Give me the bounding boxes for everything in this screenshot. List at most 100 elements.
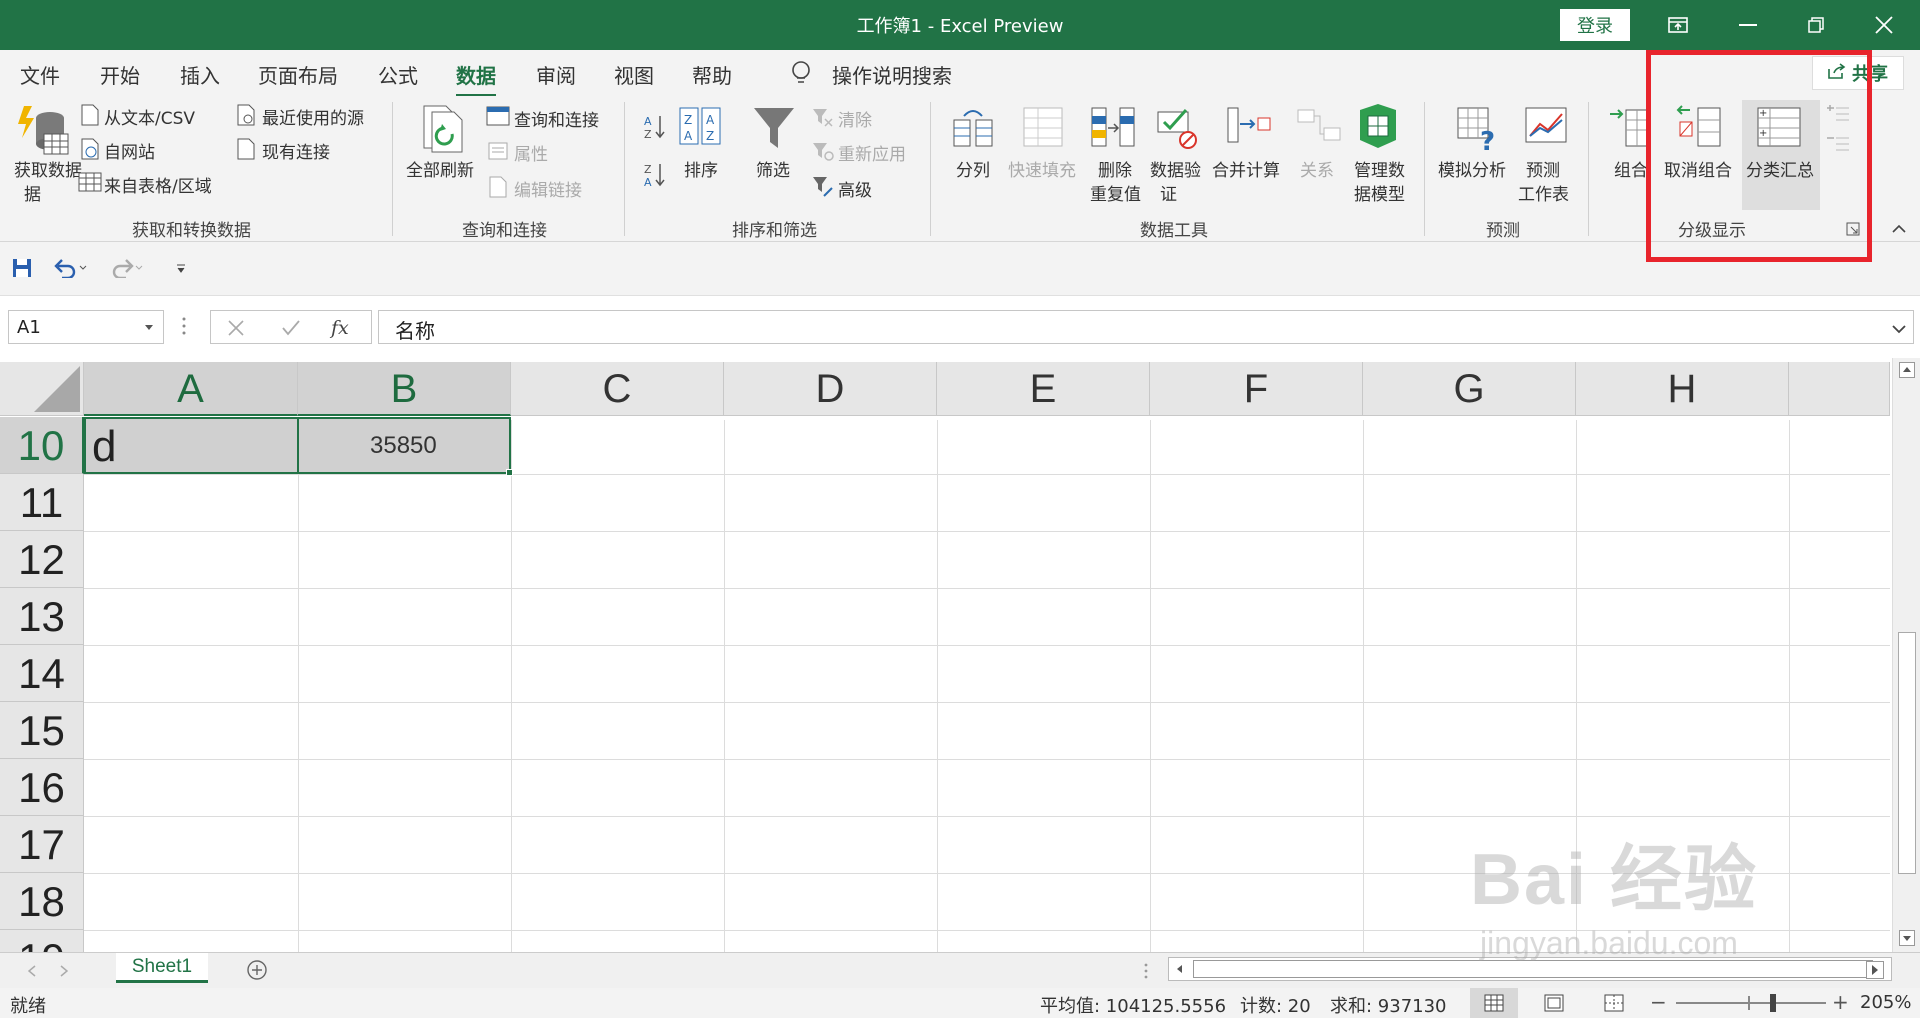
filter-button[interactable]: 筛选 — [756, 156, 790, 181]
tab-formulas[interactable]: 公式 — [378, 60, 418, 89]
zoom-level[interactable]: 205% — [1860, 992, 1911, 1013]
remove-duplicates-label2[interactable]: 重复值 — [1090, 180, 1141, 205]
average-stat[interactable]: 平均值: 104125.5556 — [1040, 992, 1226, 1018]
scroll-thumb[interactable] — [1898, 632, 1916, 874]
tab-file[interactable]: 文件 — [20, 60, 60, 89]
row-header-11[interactable]: 11 — [0, 474, 84, 531]
consolidate-button[interactable]: 合并计算 — [1212, 156, 1280, 181]
tab-help[interactable]: 帮助 — [692, 60, 732, 89]
insert-function-icon[interactable]: fx — [329, 315, 355, 339]
scroll-up-icon[interactable] — [1899, 362, 1915, 378]
manage-data-model-label2[interactable]: 据模型 — [1354, 180, 1405, 205]
manage-data-model-label1[interactable]: 管理数 — [1354, 156, 1405, 181]
prev-sheet-icon[interactable] — [28, 965, 36, 977]
row-header-15[interactable]: 15 — [0, 702, 84, 759]
collapse-ribbon-icon[interactable] — [1892, 224, 1906, 234]
column-header-partial[interactable] — [1789, 362, 1890, 416]
sum-stat[interactable]: 求和: 937130 — [1330, 992, 1447, 1018]
redo-icon[interactable] — [110, 258, 144, 278]
zoom-slider-thumb[interactable] — [1770, 994, 1776, 1012]
tell-me-search[interactable]: 操作说明搜索 — [832, 60, 952, 89]
group-button[interactable]: 组合 — [1614, 156, 1648, 181]
tab-view[interactable]: 视图 — [614, 60, 654, 89]
row-header-18[interactable]: 18 — [0, 873, 84, 930]
row-header-12[interactable]: 12 — [0, 531, 84, 588]
refresh-all-button[interactable]: 全部刷新 — [406, 156, 474, 181]
from-table-range-button[interactable]: 来自表格/区域 — [104, 172, 212, 197]
existing-connections-button[interactable]: 现有连接 — [262, 138, 330, 163]
column-header-b[interactable]: B — [298, 362, 511, 416]
expand-formula-bar-icon[interactable] — [1892, 324, 1906, 334]
zoom-slider-track[interactable] — [1676, 1002, 1826, 1004]
remove-duplicates-label1[interactable]: 删除 — [1098, 156, 1132, 181]
ribbon-display-icon[interactable] — [1648, 0, 1708, 50]
undo-icon[interactable] — [54, 258, 88, 278]
cell-a10[interactable]: d — [92, 422, 116, 472]
restore-icon[interactable] — [1786, 0, 1846, 50]
zoom-out-icon[interactable]: − — [1650, 990, 1667, 1014]
next-sheet-icon[interactable] — [60, 965, 68, 977]
select-all-corner[interactable] — [0, 362, 84, 416]
column-header-h[interactable]: H — [1576, 362, 1789, 416]
advanced-button[interactable]: 高级 — [838, 176, 872, 201]
tab-home[interactable]: 开始 — [100, 60, 140, 89]
count-stat[interactable]: 计数: 20 — [1240, 992, 1311, 1018]
cell-b10[interactable]: 35850 — [370, 432, 437, 460]
text-to-columns-button[interactable]: 分列 — [956, 156, 990, 181]
normal-view-icon[interactable] — [1484, 994, 1504, 1012]
fill-handle[interactable] — [506, 469, 513, 476]
forecast-sheet-label2[interactable]: 工作表 — [1518, 180, 1569, 205]
enter-icon[interactable] — [281, 319, 301, 337]
add-sheet-icon[interactable] — [246, 959, 268, 981]
save-icon[interactable] — [12, 258, 32, 278]
row-header-16[interactable]: 16 — [0, 759, 84, 816]
recent-sources-button[interactable]: 最近使用的源 — [262, 104, 364, 129]
login-button[interactable]: 登录 — [1560, 9, 1630, 41]
tab-data[interactable]: 数据 — [456, 60, 496, 97]
row-header-17[interactable]: 17 — [0, 816, 84, 873]
column-header-a[interactable]: A — [84, 362, 298, 416]
page-layout-view-icon[interactable] — [1544, 994, 1564, 1012]
minimize-icon[interactable] — [1718, 0, 1778, 50]
row-header-10[interactable]: 10 — [0, 417, 84, 474]
flash-fill-button[interactable]: 快速填充 — [1008, 156, 1076, 181]
column-header-f[interactable]: F — [1150, 362, 1363, 416]
vertical-scrollbar[interactable] — [1892, 358, 1920, 952]
scroll-left-icon[interactable] — [1173, 962, 1187, 976]
what-if-button[interactable]: 模拟分析 — [1438, 156, 1506, 181]
tab-review[interactable]: 审阅 — [536, 60, 576, 89]
cancel-icon[interactable] — [227, 319, 245, 337]
edit-links-button[interactable]: 编辑链接 — [514, 176, 582, 201]
data-validation-label2[interactable]: 证 — [1160, 180, 1177, 205]
customize-qat-icon[interactable] — [176, 264, 186, 274]
scroll-right-icon[interactable] — [1866, 961, 1884, 979]
queries-connections-button[interactable]: 查询和连接 — [514, 106, 599, 131]
reapply-button[interactable]: 重新应用 — [838, 140, 906, 165]
sheet-tab-sheet1[interactable]: Sheet1 — [116, 953, 208, 983]
from-web-button[interactable]: 自网站 — [104, 138, 155, 163]
from-text-csv-button[interactable]: 从文本/CSV — [104, 104, 195, 129]
column-header-e[interactable]: E — [937, 362, 1150, 416]
properties-button[interactable]: 属性 — [514, 140, 548, 165]
row-header-14[interactable]: 14 — [0, 645, 84, 702]
column-header-g[interactable]: G — [1363, 362, 1576, 416]
page-break-view-icon[interactable] — [1604, 994, 1624, 1012]
data-validation-label1[interactable]: 数据验 — [1150, 156, 1201, 181]
get-data-label[interactable]: 获取数据 — [14, 156, 82, 181]
sort-button[interactable]: 排序 — [684, 156, 718, 181]
column-header-c[interactable]: C — [511, 362, 724, 416]
h-scroll-thumb[interactable] — [1193, 960, 1873, 978]
tab-insert[interactable]: 插入 — [180, 60, 220, 89]
row-header-19[interactable]: 19 — [0, 930, 84, 952]
get-data-label2[interactable]: 据 — [24, 180, 41, 205]
zoom-in-icon[interactable]: + — [1832, 990, 1849, 1014]
scroll-down-icon[interactable] — [1899, 930, 1915, 946]
row-header-13[interactable]: 13 — [0, 588, 84, 645]
clear-button[interactable]: 清除 — [838, 106, 872, 131]
tab-page-layout[interactable]: 页面布局 — [258, 60, 338, 89]
relationships-button[interactable]: 关系 — [1300, 156, 1334, 181]
formula-input[interactable]: 名称 — [378, 310, 1914, 344]
close-icon[interactable] — [1854, 0, 1914, 50]
name-box[interactable]: A1 — [8, 310, 164, 344]
name-box-dropdown-icon[interactable] — [144, 324, 154, 332]
